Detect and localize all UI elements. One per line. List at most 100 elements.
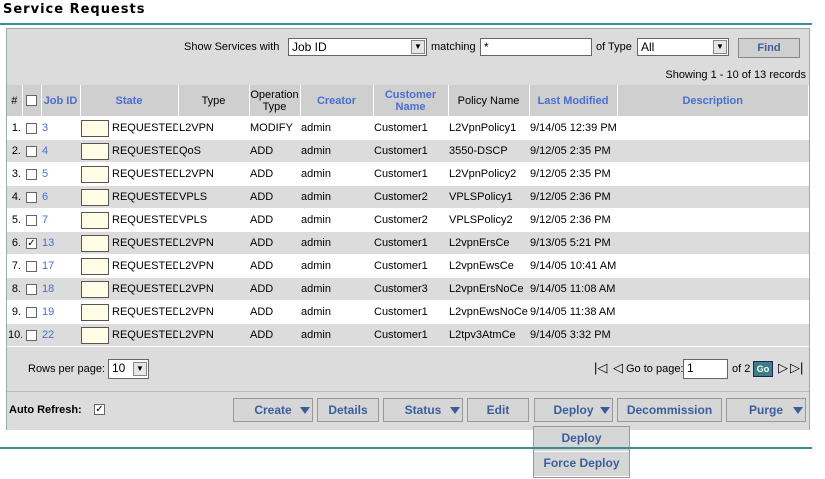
row-select[interactable] (22, 139, 41, 163)
customer-cell: Customer2 (373, 185, 448, 209)
operation-type-cell: ADD (249, 323, 300, 347)
policy-cell: L2vpnEwsNoCe (448, 300, 529, 324)
table-row[interactable]: 1. 3 REQUESTED L2VPN MODIFY admin Customer1 L2V… (7, 116, 809, 140)
row-select[interactable] (22, 185, 41, 209)
auto-refresh-checkbox[interactable]: ✓ (94, 404, 105, 415)
table-row[interactable]: 5. 7 REQUESTED VPLS ADD admin Customer2 VPLSPol… (7, 208, 809, 232)
next-page-icon[interactable]: ▷ (778, 360, 788, 376)
edit-button[interactable]: Edit (467, 398, 529, 422)
row-select[interactable] (22, 162, 41, 186)
job-id-link[interactable]: 18 (41, 277, 80, 301)
find-button[interactable]: Find (738, 38, 800, 58)
row-number: 2. (7, 139, 22, 163)
last-modified-cell: 9/12/05 2:35 PM (529, 139, 617, 163)
job-id-link[interactable]: 22 (41, 323, 80, 347)
last-page-icon[interactable]: ▷| (790, 360, 803, 376)
state-cell: REQUESTED (80, 185, 178, 209)
last-modified-cell: 9/13/05 5:21 PM (529, 231, 617, 255)
table-row[interactable]: 3. 5 REQUESTED L2VPN ADD admin Customer1 L2VpnP… (7, 162, 809, 186)
row-checkbox[interactable] (26, 214, 37, 226)
first-page-icon[interactable]: |◁ (594, 360, 607, 376)
row-checkbox[interactable] (26, 260, 37, 272)
job-id-link[interactable]: 6 (41, 185, 80, 209)
job-id-link[interactable]: 5 (41, 162, 80, 186)
col-state[interactable]: State (80, 85, 179, 117)
row-select[interactable] (22, 300, 41, 324)
policy-cell: 3550-DSCP (448, 139, 529, 163)
dropdown-arrow-icon[interactable] (600, 407, 610, 414)
row-select[interactable] (22, 116, 41, 140)
state-text: REQUESTED (112, 328, 178, 341)
dropdown-arrow-icon[interactable] (793, 407, 803, 414)
matching-input[interactable]: * (480, 38, 592, 56)
job-id-link[interactable]: 4 (41, 139, 80, 163)
description-cell (617, 162, 809, 186)
create-button[interactable]: Create (233, 398, 313, 422)
details-button[interactable]: Details (317, 398, 379, 422)
operation-type-cell: ADD (249, 277, 300, 301)
action-bar: Auto Refresh: ✓ Create Details Status Ed… (7, 391, 809, 430)
creator-cell: admin (300, 277, 373, 301)
row-checkbox[interactable] (26, 191, 37, 203)
dropdown-arrow-icon[interactable] (300, 407, 310, 414)
row-checkbox[interactable] (26, 306, 37, 318)
purge-button[interactable]: Purge (726, 398, 806, 422)
col-last-modified[interactable]: Last Modified (529, 85, 618, 117)
type-cell: L2VPN (178, 231, 249, 255)
job-id-link[interactable]: 17 (41, 254, 80, 278)
last-modified-cell: 9/14/05 10:41 AM (529, 254, 617, 278)
row-checkbox[interactable]: ✓ (26, 237, 37, 249)
col-creator[interactable]: Creator (300, 85, 374, 117)
job-id-link[interactable]: 19 (41, 300, 80, 324)
row-select[interactable] (22, 323, 41, 347)
table-row[interactable]: 7. 17 REQUESTED L2VPN ADD admin Customer1 L2vpn… (7, 254, 809, 278)
deploy-button[interactable]: Deploy (534, 398, 613, 422)
creator-cell: admin (300, 185, 373, 209)
goto-page-input[interactable]: 1 (683, 359, 728, 379)
menu-item-force-deploy[interactable]: Force Deploy (534, 452, 629, 477)
select-all-checkbox[interactable] (26, 95, 37, 107)
prev-page-icon[interactable]: ◁ (613, 360, 623, 376)
col-customer-name[interactable]: Customer Name (373, 85, 449, 117)
table-row[interactable]: 8. 18 REQUESTED L2VPN ADD admin Customer3 L2vpn… (7, 277, 809, 301)
decommission-button[interactable]: Decommission (617, 398, 722, 422)
row-select[interactable] (22, 254, 41, 278)
row-checkbox[interactable] (26, 283, 37, 295)
policy-cell: L2vpnErsCe (448, 231, 529, 255)
row-select[interactable]: ✓ (22, 231, 41, 255)
col-policy-name: Policy Name (448, 85, 530, 117)
field-select[interactable]: Job ID ▼ (288, 38, 427, 56)
customer-cell: Customer1 (373, 254, 448, 278)
job-id-link[interactable]: 13 (41, 231, 80, 255)
row-checkbox[interactable] (26, 329, 37, 341)
description-cell (617, 254, 809, 278)
table-row[interactable]: 4. 6 REQUESTED VPLS ADD admin Customer2 VPLSPol… (7, 185, 809, 209)
last-modified-cell: 9/12/05 2:35 PM (529, 162, 617, 186)
row-number: 1. (7, 116, 22, 140)
dropdown-arrow-icon[interactable] (450, 407, 460, 414)
row-checkbox[interactable] (26, 145, 37, 157)
type-select[interactable]: All ▼ (637, 38, 729, 56)
type-cell: L2VPN (178, 277, 249, 301)
job-id-link[interactable]: 7 (41, 208, 80, 232)
col-job-id[interactable]: Job ID (41, 85, 81, 117)
customer-cell: Customer2 (373, 208, 448, 232)
customer-cell: Customer1 (373, 231, 448, 255)
row-select[interactable] (22, 208, 41, 232)
row-select[interactable] (22, 277, 41, 301)
last-modified-cell: 9/12/05 2:36 PM (529, 185, 617, 209)
col-description[interactable]: Description (617, 85, 809, 117)
rows-per-page-select[interactable]: 10 ▼ (108, 359, 149, 379)
col-select-all[interactable] (22, 85, 42, 117)
table-row[interactable]: 10. 22 REQUESTED L2VPN ADD admin Customer1 L2tp… (7, 323, 809, 347)
row-checkbox[interactable] (26, 168, 37, 180)
table-row[interactable]: 6. ✓ 13 REQUESTED L2VPN ADD admin Customer1 L2vp… (7, 231, 809, 255)
state-cell: REQUESTED (80, 254, 178, 278)
row-checkbox[interactable] (26, 122, 37, 134)
table-row[interactable]: 9. 19 REQUESTED L2VPN ADD admin Customer1 L2vpn… (7, 300, 809, 324)
job-id-link[interactable]: 3 (41, 116, 80, 140)
table-row[interactable]: 2. 4 REQUESTED QoS ADD admin Customer1 3550-DSC… (7, 139, 809, 163)
status-button[interactable]: Status (383, 398, 463, 422)
go-button[interactable]: Go (753, 361, 773, 377)
pager-bar: Rows per page: 10 ▼ |◁ ◁ Go to page: 1 o… (7, 351, 809, 387)
